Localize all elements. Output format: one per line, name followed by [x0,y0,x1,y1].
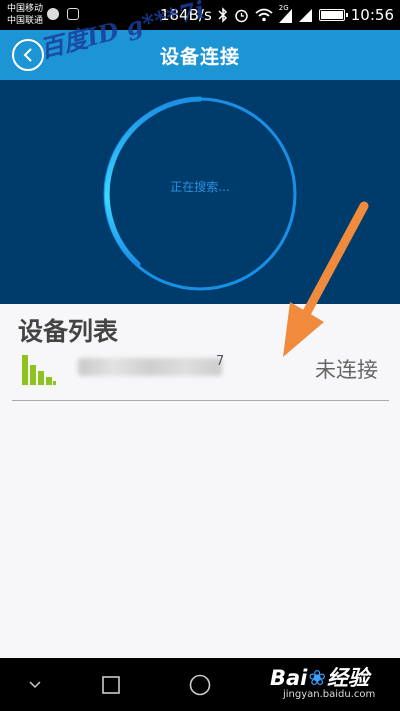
image-icon [67,8,79,20]
device-status[interactable]: 未连接 [315,354,378,384]
nav-recent-button[interactable] [98,672,124,698]
scan-area: 正在搜索... [0,80,400,304]
alarm-icon [235,9,248,22]
recent-apps-icon [102,676,120,694]
chevron-left-icon [23,48,32,62]
status-icons: 184B/s 2G 10:56 [160,4,394,26]
device-list-title: 设备列表 [18,317,119,346]
wifi-icon [255,8,273,22]
signal-bars-icon [22,355,56,385]
divider [12,400,389,401]
baidu-subtitle: jingyan.baidu.com [283,689,376,700]
clock: 10:56 [350,6,394,24]
app-screen: 中国移动 中国联通 184B/s 2G 10:56 设备连接 百度ID g***… [0,0,400,711]
page-title: 设备连接 [159,45,240,68]
app-header: 设备连接 [0,30,400,80]
carrier-2: 中国联通 [7,16,44,26]
baidu-logo: Bai❀经验 [270,662,369,692]
device-name-redacted [78,358,222,376]
back-button[interactable] [12,39,44,71]
status-bar: 中国移动 中国联通 184B/s 2G 10:56 [0,0,400,30]
baidu-logo-right: 经验 [327,666,369,690]
sync-icon [47,8,59,20]
net-speed: 184B/s [159,6,212,24]
carrier-info: 中国移动 中国联通 [7,3,43,27]
device-row[interactable]: 7 未连接 [0,346,400,402]
paw-icon: ❀ [308,666,326,690]
back-icon [29,681,41,689]
battery-icon [318,9,348,21]
baidu-logo-left: Bai [270,666,308,690]
signal-icon-2 [298,9,312,22]
bluetooth-icon [218,7,227,23]
nav-back-button[interactable] [22,672,48,698]
carrier-1: 中国移动 [7,4,44,14]
nav-home-button[interactable] [187,672,213,698]
scan-status: 正在搜索... [170,180,230,194]
device-name-suffix: 7 [216,354,225,369]
signal-icon: 2G [278,4,293,23]
device-list: 设备列表 7 未连接 [0,304,400,658]
home-icon [189,674,211,696]
